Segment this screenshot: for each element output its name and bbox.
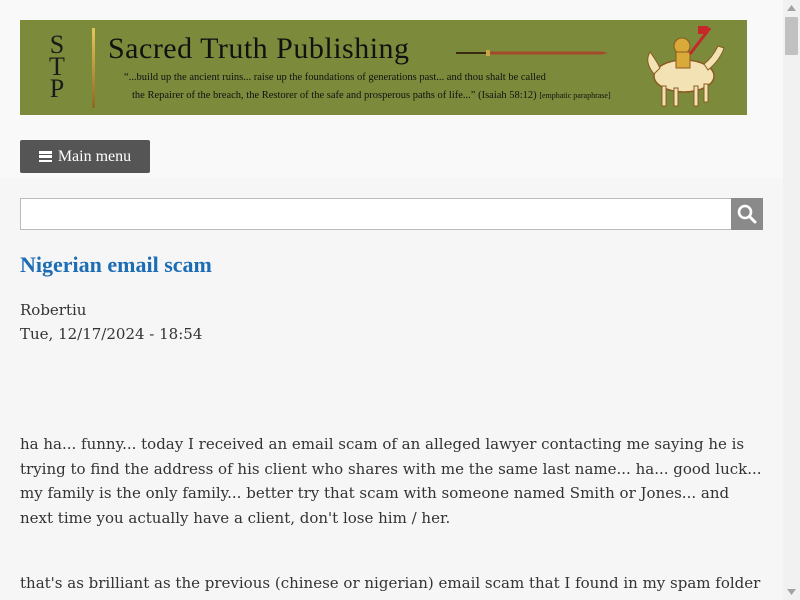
site-header: S T P Sacred Truth Publishing “...build … [0, 0, 783, 178]
vertical-scrollbar[interactable] [783, 0, 800, 600]
sword-icon [456, 50, 608, 56]
banner-quote-line1: “...build up the ancient ruins... raise … [124, 72, 546, 83]
scroll-up-arrow-icon[interactable] [783, 0, 800, 17]
banner-quote-text: the Repairer of the breach, the Restorer… [132, 90, 537, 101]
scroll-down-arrow-icon[interactable] [783, 583, 800, 600]
banner-quote-note: [emphatic paraphrase] [539, 91, 611, 100]
banner-quote-line2: the Repairer of the breach, the Restorer… [132, 90, 611, 101]
article-title[interactable]: Nigerian email scam [20, 252, 212, 278]
search-button[interactable] [731, 198, 763, 230]
staff-icon [92, 28, 95, 108]
site-title: Sacred Truth Publishing [108, 32, 410, 65]
article-paragraph: that's as brilliant as the previous (chi… [20, 574, 761, 592]
stp-logo: S T P [44, 32, 70, 103]
article-author: Robertiu [20, 301, 87, 319]
logo-letter-p: P [49, 74, 65, 103]
knight-on-horse-icon [647, 26, 725, 107]
article-date: Tue, 12/17/2024 - 18:54 [20, 325, 203, 343]
site-banner[interactable]: S T P Sacred Truth Publishing “...build … [20, 20, 747, 115]
scrollbar-thumb[interactable] [785, 17, 798, 55]
search-icon [737, 204, 757, 224]
main-menu-label: Main menu [57, 147, 132, 165]
search-form [20, 198, 763, 230]
main-menu-button[interactable]: Main menu [20, 140, 150, 173]
search-input[interactable] [20, 198, 732, 230]
article-paragraph: ha ha... funny... today I received an em… [20, 435, 762, 527]
hamburger-icon [38, 151, 52, 162]
